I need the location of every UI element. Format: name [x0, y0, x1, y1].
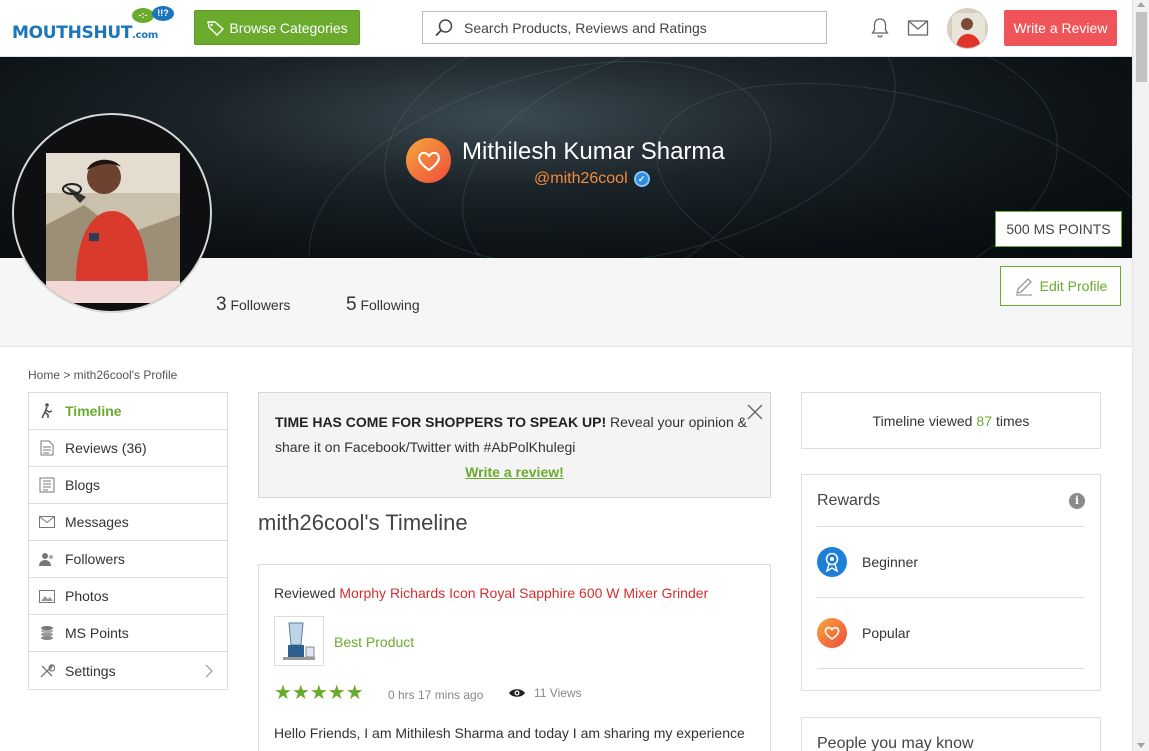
promo-write-review-link[interactable]: Write a review! [275, 460, 754, 485]
sidebar-item-settings[interactable]: Settings [29, 652, 227, 689]
bell-icon[interactable] [869, 17, 891, 39]
timeline-views-box: Timeline viewed 87 times [801, 392, 1101, 449]
mail-icon[interactable] [907, 17, 929, 39]
viewed-suffix: times [995, 412, 1030, 429]
profile-sidenav: Timeline Reviews (36) Blogs Messages Fol… [28, 392, 228, 690]
edit-profile-label: Edit Profile [1039, 278, 1108, 294]
sidebar-item-ms-points[interactable]: MS Points [29, 615, 227, 652]
sidebar-item-followers[interactable]: Followers [29, 541, 227, 578]
followers-count: 3 [216, 294, 227, 315]
logo-bubble-right: !!? [152, 6, 174, 21]
rewards-title: Rewards [817, 491, 881, 509]
photo-icon [39, 588, 55, 604]
sidebar-item-label: Timeline [65, 403, 122, 419]
tag-icon [207, 20, 225, 36]
logo-text: MOUTHSHUT.com [12, 23, 158, 43]
review-prefix: Reviewed [274, 585, 340, 601]
sidebar-item-messages[interactable]: Messages [29, 504, 227, 541]
sidebar-item-label: Followers [65, 551, 125, 567]
walker-icon [39, 403, 55, 419]
scroll-thumb[interactable] [1136, 12, 1147, 82]
followers-icon [39, 551, 55, 567]
following-stat[interactable]: 5 Following [346, 294, 420, 316]
people-you-may-know: People you may know [801, 717, 1101, 751]
reward-label: Popular [862, 625, 911, 641]
browse-categories-button[interactable]: Browse Categories [194, 10, 360, 45]
eye-icon [509, 689, 525, 697]
search-bar[interactable] [422, 11, 827, 44]
review-text: Hello Friends, I am Mithilesh Sharma and… [274, 725, 745, 741]
avatar-image [948, 9, 987, 48]
timeline-title: mith26cool's Timeline [258, 510, 468, 535]
profile-picture[interactable] [12, 113, 212, 313]
envelope-icon [39, 514, 55, 530]
rating-stars: ★★★★★ [274, 683, 364, 703]
sidebar-item-label: Messages [65, 514, 129, 530]
top-header: MOUTHSHUT.com -:- !!? Browse Categories … [0, 0, 1132, 57]
viewed-prefix: Timeline viewed [872, 412, 973, 429]
heart-icon [417, 151, 440, 171]
followers-stat[interactable]: 3 Followers [216, 294, 290, 316]
product-link[interactable]: Morphy Richards Icon Royal Sapphire 600 … [339, 585, 708, 601]
coins-icon [39, 625, 55, 641]
promo-headline: TIME HAS COME FOR SHOPPERS TO SPEAK UP! [275, 414, 607, 430]
medal-icon [817, 547, 847, 577]
review-views: 11 Views [508, 686, 582, 700]
search-input[interactable] [464, 19, 804, 36]
ms-points-button[interactable]: 500 MS POINTS [995, 211, 1122, 247]
breadcrumb[interactable]: Home > mith26cool's Profile [28, 368, 177, 382]
review-headline[interactable]: Best Product [334, 634, 414, 650]
mixer-grinder-image [283, 622, 315, 660]
search-icon [435, 18, 453, 36]
reward-beginner[interactable]: Beginner [817, 527, 1085, 598]
popular-heart-badge [406, 138, 451, 183]
profile-photo [14, 115, 210, 311]
timeline-review-card: Reviewed Morphy Richards Icon Royal Sapp… [258, 564, 771, 751]
edit-profile-button[interactable]: Edit Profile [1000, 266, 1121, 306]
rewards-header: Rewards i [817, 475, 1085, 527]
following-count: 5 [346, 294, 357, 315]
profile-name: Mithilesh Kumar Sharma [462, 138, 725, 165]
followers-label: Followers [230, 297, 291, 313]
write-review-button[interactable]: Write a Review [1004, 10, 1117, 46]
sidebar-item-label: Settings [65, 662, 116, 679]
chevron-right-icon [205, 664, 213, 681]
sidebar-item-label: Photos [65, 588, 109, 604]
sidebar-item-label: MS Points [65, 625, 129, 641]
sidebar-item-label: Reviews (36) [65, 440, 147, 456]
scroll-up-icon[interactable] [1137, 2, 1145, 7]
viewed-count: 87 [976, 412, 992, 429]
mouthshut-logo[interactable]: MOUTHSHUT.com -:- !!? [12, 6, 177, 48]
product-thumbnail[interactable] [274, 616, 324, 666]
close-icon[interactable] [746, 403, 764, 429]
review-activity-line: Reviewed Morphy Richards Icon Royal Sapp… [274, 585, 755, 601]
sidebar-item-blogs[interactable]: Blogs [29, 467, 227, 504]
browse-categories-label: Browse Categories [229, 19, 348, 36]
tools-icon [39, 663, 55, 679]
scroll-down-icon[interactable] [1137, 743, 1145, 748]
reward-label: Beginner [862, 554, 919, 570]
document-icon [39, 440, 55, 456]
info-icon[interactable]: i [1069, 492, 1085, 509]
sidebar-item-timeline[interactable]: Timeline [29, 393, 227, 430]
blog-icon [39, 477, 55, 493]
verified-icon: ✓ [633, 171, 650, 187]
sidebar-item-photos[interactable]: Photos [29, 578, 227, 615]
star-icon: ★★★★★ [274, 682, 364, 704]
rewards-panel: Rewards i Beginner Popular [801, 474, 1101, 691]
review-time: 0 hrs 17 mins ago [388, 688, 484, 702]
pencil-icon [1015, 278, 1032, 296]
user-avatar[interactable] [947, 8, 988, 49]
heart-icon [817, 618, 847, 648]
promo-banner: TIME HAS COME FOR SHOPPERS TO SPEAK UP! … [258, 392, 771, 498]
profile-handle[interactable]: @mith26cool ✓ [534, 170, 650, 188]
sidebar-item-label: Blogs [65, 477, 101, 493]
following-label: Following [360, 297, 420, 313]
reward-popular[interactable]: Popular [817, 598, 1085, 669]
logo-bubble-left: -:- [132, 8, 154, 23]
views-count: 11 Views [534, 686, 582, 700]
profile-handle-text: @mith26cool [534, 170, 628, 187]
sidebar-item-reviews[interactable]: Reviews (36) [29, 430, 227, 467]
page-scrollbar[interactable] [1132, 0, 1149, 751]
